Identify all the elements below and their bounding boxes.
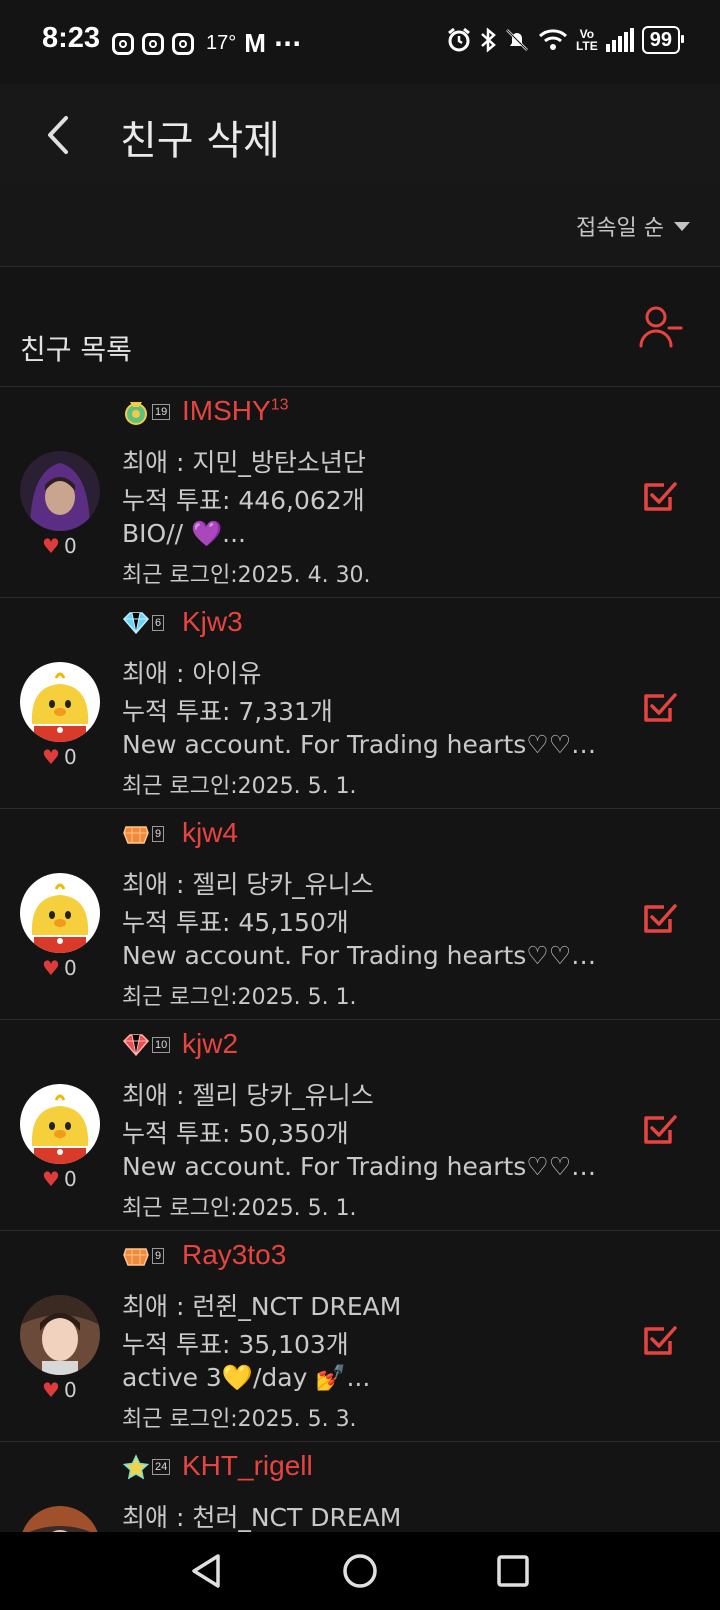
friend-name[interactable]: kjw4 (182, 817, 238, 849)
gmail-icon: M (244, 28, 266, 58)
heart-icon: ♥ (42, 745, 60, 769)
back-arrow-icon[interactable] (40, 110, 84, 160)
friend-name[interactable]: Ray3to3 (182, 1239, 286, 1271)
checkbox-checked-icon[interactable] (642, 1112, 678, 1148)
votes-text: 누적 투표: 45,150개 (122, 908, 349, 937)
system-icons: Vo LTE 99 (446, 26, 685, 54)
bio-text: New account. For Trading hearts♡♡♡... (122, 730, 612, 759)
checkbox-checked-icon[interactable] (642, 690, 678, 726)
heart-icon: ♥ (42, 956, 60, 980)
last-login-text: 최근 로그인:2025. 4. 30. (122, 563, 371, 588)
bio-text: New account. For Trading hearts♡♡♡... (122, 1152, 612, 1181)
friend-list: ♥ 0 19 IMSHY13 최애 : 지민_방탄소년단 누적 투표: 446,0… (0, 387, 720, 1587)
last-login-text: 최근 로그인:2025. 5. 1. (122, 774, 357, 799)
bio-text: active 3💛/day 💅... (122, 1363, 371, 1392)
sort-label: 접속일 순 (576, 216, 664, 241)
temperature-text: 17° (206, 32, 237, 54)
friend-name[interactable]: IMSHY13 (182, 395, 288, 427)
heart-icon: ♥ (42, 534, 60, 558)
friend-row[interactable]: ♥ 0 19 IMSHY13 최애 : 지민_방탄소년단 누적 투표: 446,0… (0, 387, 720, 598)
remove-friend-icon[interactable] (638, 304, 684, 350)
friend-row[interactable]: ♥ 0 9 kjw4 최애 : 젤리 당카_유니스 누적 투표: 45,150개 … (0, 809, 720, 1020)
heart-count: ♥ 0 (42, 745, 77, 769)
favorite-text: 최애 : 런쥔_NCT DREAM (122, 1292, 402, 1321)
favorite-text: 최애 : 아이유 (122, 659, 262, 688)
instagram-icon (112, 32, 134, 55)
nav-back-icon[interactable] (188, 1552, 224, 1590)
heart-icon: ♥ (42, 1378, 60, 1402)
heart-count: ♥ 0 (42, 956, 77, 980)
favorite-text: 최애 : 지민_방탄소년단 (122, 448, 366, 477)
friend-name[interactable]: kjw2 (182, 1028, 238, 1060)
heart-count: ♥ 0 (42, 1378, 77, 1402)
level-badge: 6 (122, 610, 176, 636)
friend-list-title: 친구 목록 (20, 333, 132, 366)
votes-text: 누적 투표: 50,350개 (122, 1119, 349, 1148)
last-login-text: 최근 로그인:2025. 5. 3. (122, 1407, 357, 1432)
instagram-icon (172, 32, 194, 55)
checkbox-checked-icon[interactable] (642, 479, 678, 515)
votes-text: 누적 투표: 35,103개 (122, 1330, 349, 1359)
star-badge-icon (122, 1454, 150, 1480)
friend-row[interactable]: ♥ 0 9 Ray3to3 최애 : 런쥔_NCT DREAM 누적 투표: 35… (0, 1231, 720, 1442)
bio-text: New account. For Trading hearts♡♡♡... (122, 941, 612, 970)
navigation-bar (0, 1532, 720, 1610)
sort-dropdown[interactable]: 접속일 순 (576, 210, 690, 242)
last-login-text: 최근 로그인:2025. 5. 1. (122, 1196, 357, 1221)
heart-count: ♥ 0 (42, 534, 77, 558)
nav-home-icon[interactable] (341, 1552, 379, 1590)
friend-row[interactable]: ♥ 0 6 Kjw3 최애 : 아이유 누적 투표: 7,331개 New acc… (0, 598, 720, 809)
bluetooth-icon (481, 27, 496, 53)
medal-icon (125, 402, 147, 425)
votes-text: 누적 투표: 446,062개 (122, 486, 365, 515)
bio-text: BIO// 💜... (122, 519, 246, 548)
last-login-text: 최근 로그인:2025. 5. 1. (122, 985, 357, 1010)
friend-name[interactable]: KHT_rigell (182, 1450, 313, 1482)
orange-gem-icon (123, 1248, 149, 1266)
sort-bar: 접속일 순 (0, 186, 720, 267)
mute-icon (506, 29, 528, 51)
favorite-text: 최애 : 젤리 당카_유니스 (122, 1081, 374, 1110)
level-badge: 10 (122, 1032, 176, 1058)
friend-name[interactable]: Kjw3 (182, 606, 243, 638)
diamond-icon (122, 612, 150, 635)
favorite-text: 최애 : 젤리 당카_유니스 (122, 870, 374, 899)
battery-icon: 99 (641, 26, 685, 54)
avatar[interactable] (20, 1084, 100, 1164)
friend-row[interactable]: ♥ 0 10 kjw2 최애 : 젤리 당카_유니스 누적 투표: 50,350개… (0, 1020, 720, 1231)
nav-recents-icon[interactable] (496, 1554, 530, 1588)
red-gem-icon (122, 1034, 150, 1057)
level-badge: 9 (122, 821, 176, 847)
wifi-icon (538, 29, 567, 50)
avatar[interactable] (20, 873, 100, 953)
level-badge: 9 (122, 1243, 176, 1269)
alarm-icon (448, 27, 470, 52)
avatar[interactable] (20, 662, 100, 742)
status-bar: 8:23 17° M ··· Vo LTE 99 (0, 0, 720, 84)
caret-down-icon (674, 221, 690, 231)
avatar[interactable] (20, 451, 100, 531)
friend-list-header: 친구 목록 (0, 266, 720, 387)
orange-gem-icon (123, 826, 149, 844)
checkbox-checked-icon[interactable] (642, 1323, 678, 1359)
votes-text: 누적 투표: 7,331개 (122, 697, 333, 726)
favorite-text: 최애 : 천러_NCT DREAM (122, 1503, 402, 1532)
heart-icon: ♥ (42, 1167, 60, 1191)
notification-icons: 17° M ··· (112, 28, 301, 59)
heart-count: ♥ 0 (42, 1167, 77, 1191)
volte-icon: Vo LTE (575, 27, 598, 53)
app-bar: 친구 삭제 (0, 84, 720, 186)
status-time: 8:23 (42, 22, 101, 54)
level-badge: 19 (122, 399, 176, 425)
checkbox-checked-icon[interactable] (642, 901, 678, 937)
avatar[interactable] (20, 1295, 100, 1375)
signal-icon (605, 28, 634, 52)
page-title: 친구 삭제 (120, 118, 280, 164)
more-notifications-icon: ··· (273, 29, 302, 58)
instagram-icon (142, 32, 164, 55)
level-badge: 24 (122, 1454, 176, 1480)
